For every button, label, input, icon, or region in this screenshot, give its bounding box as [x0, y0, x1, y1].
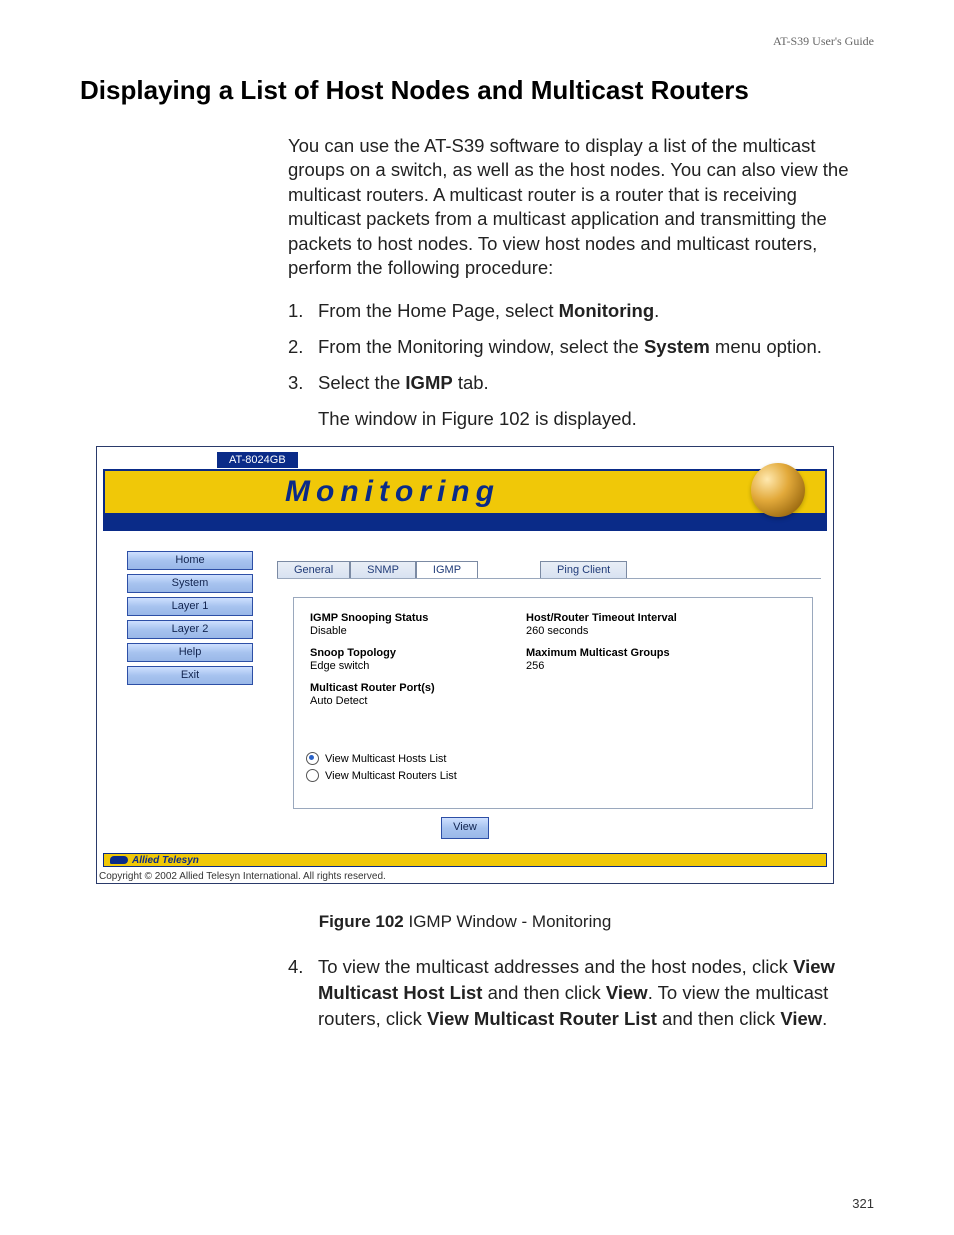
tab-igmp[interactable]: IGMP	[416, 561, 478, 578]
radio-routers-list[interactable]: View Multicast Routers List	[306, 769, 457, 782]
tab-snmp[interactable]: SNMP	[350, 561, 416, 578]
snoop-topology-value: Edge switch	[310, 660, 510, 672]
nav-system[interactable]: System	[127, 574, 253, 593]
figure-caption: Figure 102 IGMP Window - Monitoring	[96, 912, 834, 932]
fields-right: Host/Router Timeout Interval 260 seconds…	[526, 612, 746, 682]
multicast-router-ports-value: Auto Detect	[310, 695, 510, 707]
tabs-underline	[277, 578, 821, 579]
igmp-card: IGMP Snooping Status Disable Snoop Topol…	[293, 597, 813, 809]
doc-header: AT-S39 User's Guide	[80, 34, 874, 49]
max-multicast-groups-label: Maximum Multicast Groups	[526, 647, 746, 659]
snoop-topology-label: Snoop Topology	[310, 647, 510, 659]
procedure-list-cont: To view the multicast addresses and the …	[288, 954, 874, 1032]
radio-icon	[306, 752, 319, 765]
copyright-text: Copyright © 2002 Allied Telesyn Internat…	[99, 871, 386, 882]
igmp-snooping-status-label: IGMP Snooping Status	[310, 612, 510, 624]
screenshot-window: AT-8024GB Monitoring Home System Layer 1…	[96, 446, 834, 884]
igmp-snooping-status-value: Disable	[310, 625, 510, 637]
tab-ping-client[interactable]: Ping Client	[540, 561, 627, 578]
step-1: From the Home Page, select Monitoring.	[288, 298, 874, 324]
figure-102: AT-8024GB Monitoring Home System Layer 1…	[96, 446, 834, 932]
device-model-tag: AT-8024GB	[217, 452, 298, 468]
footer-bar: Allied Telesyn	[103, 853, 827, 867]
radio-hosts-list[interactable]: View Multicast Hosts List	[306, 752, 457, 765]
nav-layer2[interactable]: Layer 2	[127, 620, 253, 639]
procedure-list: From the Home Page, select Monitoring. F…	[288, 298, 874, 396]
step-2: From the Monitoring window, select the S…	[288, 334, 874, 360]
nav-exit[interactable]: Exit	[127, 666, 253, 685]
max-multicast-groups-value: 256	[526, 660, 746, 672]
nav-help[interactable]: Help	[127, 643, 253, 662]
step-3: Select the IGMP tab.	[288, 370, 874, 396]
banner-sub-strip	[103, 515, 827, 531]
page-number: 321	[852, 1196, 874, 1211]
intro-paragraph: You can use the AT-S39 software to displ…	[288, 134, 874, 280]
view-radios: View Multicast Hosts List View Multicast…	[306, 752, 457, 786]
sidebar-nav: Home System Layer 1 Layer 2 Help Exit	[127, 551, 253, 689]
section-title: Displaying a List of Host Nodes and Mult…	[80, 75, 874, 106]
radio-icon	[306, 769, 319, 782]
step-3-sub: The window in Figure 102 is displayed.	[318, 406, 874, 432]
nav-home[interactable]: Home	[127, 551, 253, 570]
tab-general[interactable]: General	[277, 561, 350, 578]
tabs-row: General SNMP IGMP Ping Client	[277, 561, 627, 578]
timeout-interval-label: Host/Router Timeout Interval	[526, 612, 746, 624]
globe-icon	[751, 463, 805, 517]
radio-routers-label: View Multicast Routers List	[325, 770, 457, 782]
banner-title: Monitoring	[285, 471, 825, 513]
fields-left: IGMP Snooping Status Disable Snoop Topol…	[310, 612, 510, 717]
view-button[interactable]: View	[441, 817, 489, 839]
timeout-interval-value: 260 seconds	[526, 625, 746, 637]
banner: Monitoring	[103, 469, 827, 515]
footer-logo: Allied Telesyn	[110, 855, 199, 866]
step-4: To view the multicast addresses and the …	[288, 954, 874, 1032]
nav-layer1[interactable]: Layer 1	[127, 597, 253, 616]
radio-hosts-label: View Multicast Hosts List	[325, 753, 446, 765]
multicast-router-ports-label: Multicast Router Port(s)	[310, 682, 510, 694]
